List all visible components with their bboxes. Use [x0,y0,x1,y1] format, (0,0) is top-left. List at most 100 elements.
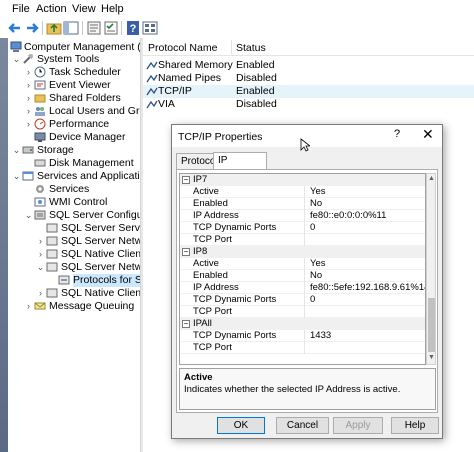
value-divider [304,342,305,354]
console-tree[interactable]: Computer Management (Local ⌄ System Tool… [8,38,141,452]
chevron-right-icon[interactable]: › [24,68,33,77]
protocol-icon [146,60,158,71]
chevron-right-icon[interactable]: › [24,107,33,116]
property-row[interactable]: TCP Port [180,234,425,246]
column-divider[interactable] [231,40,232,54]
property-grid[interactable]: − IP7 Active Yes Enabled No IP Address fe80:… [179,173,426,365]
chevron-down-icon[interactable]: ⌄ [12,172,21,181]
chevron-right-icon[interactable]: › [36,250,45,259]
property-row[interactable]: IP Address fe80::5efe:192.168.9.61%14 [180,282,425,294]
value-divider [304,234,305,246]
property-row[interactable]: Active Yes [180,186,425,198]
left-window-edge [0,38,8,452]
category-ipall[interactable]: − IPAll [180,318,425,330]
property-row[interactable]: TCP Port [180,306,425,318]
svg-text:?: ? [130,23,137,35]
property-row[interactable]: Active Yes [180,258,425,270]
chevron-right-icon[interactable]: › [24,81,33,90]
protocol-icon [146,99,158,110]
mouse-cursor-icon [300,138,312,152]
menu-view[interactable]: View [72,3,96,15]
property-row[interactable]: TCP Dynamic Ports 1433 [180,330,425,342]
property-row[interactable]: TCP Port [180,342,425,354]
apply-button[interactable]: Apply [333,417,383,434]
help-button[interactable]: ? [394,128,400,140]
description-title: Active [184,372,213,383]
computer-icon [10,41,22,53]
protocol-row[interactable]: Named Pipes Disabled [143,72,474,85]
menu-bar: File Action View Help [0,0,474,18]
gear-icon [34,183,46,195]
protocol-row[interactable]: TCP/IP Enabled [143,85,474,98]
sql-network-icon [46,235,58,247]
property-row[interactable]: IP Address fe80::e0:0:0:0%11 [180,210,425,222]
protocol-icon [146,73,158,84]
chevron-right-icon[interactable]: › [24,302,33,311]
tab-protocol[interactable]: Protocol [176,153,218,170]
value-divider [304,198,305,210]
sql-network-icon [46,261,58,273]
protocols-icon [58,274,70,286]
chevron-right-icon[interactable]: › [24,120,33,129]
scroll-thumb[interactable] [428,298,435,352]
users-icon [34,105,46,117]
toolbar: ? [0,18,474,38]
tab-ip-addresses[interactable]: IP Addresses [213,152,267,182]
protocol-row[interactable]: Shared Memory Enabled [143,59,474,72]
help-icon[interactable]: ? [125,20,141,36]
column-header-status[interactable]: Status [236,42,266,54]
toolbar-separator [121,21,122,35]
chevron-down-icon[interactable]: ⌄ [12,146,21,155]
property-row[interactable]: Enabled No [180,198,425,210]
ok-button[interactable]: OK [217,417,265,434]
chevron-down-icon[interactable]: ⌄ [36,263,45,272]
sql-services-icon [46,222,58,234]
value-divider [304,186,305,198]
description-pane: Active Indicates whether the selected IP… [179,368,436,410]
message-queuing-icon [34,300,46,312]
category-ip8[interactable]: − IP8 [180,246,425,258]
scroll-down-icon[interactable]: ▼ [428,354,435,361]
chevron-down-icon[interactable]: ⌄ [12,55,21,64]
chevron-right-icon[interactable]: › [24,94,33,103]
value-divider [304,258,305,270]
chevron-right-icon[interactable]: › [36,289,45,298]
menu-action[interactable]: Action [36,3,67,15]
list-header: Protocol Name Status [143,38,474,56]
sql-native-client-icon [46,287,58,299]
export-list-icon[interactable] [86,20,102,36]
chevron-down-icon[interactable]: ⌄ [24,211,33,220]
scroll-up-icon[interactable]: ▲ [428,175,435,182]
close-button[interactable]: ✕ [422,126,434,143]
ip-addresses-panel: − IP7 Active Yes Enabled No IP Address fe80:… [176,169,438,413]
cancel-button[interactable]: Cancel [276,417,329,434]
menu-file[interactable]: File [12,3,30,15]
property-grid-scrollbar[interactable]: ▲ ▼ [426,173,436,365]
property-row[interactable]: TCP Dynamic Ports 0 [180,222,425,234]
device-manager-icon [34,131,46,143]
column-header-protocol-name[interactable]: Protocol Name [148,42,217,54]
view-icon[interactable] [142,20,158,36]
properties-icon[interactable] [103,20,119,36]
property-row[interactable]: Enabled No [180,270,425,282]
menu-help[interactable]: Help [101,3,124,15]
back-arrow-icon[interactable] [7,20,23,36]
help-dialog-button[interactable]: Help [391,417,439,434]
chevron-right-icon[interactable]: › [36,237,45,246]
forward-arrow-icon[interactable] [24,20,40,36]
protocol-row[interactable]: VIA Disabled [143,98,474,111]
collapse-icon[interactable]: − [182,320,190,328]
value-divider [304,330,305,342]
description-text: Indicates whether the selected IP Addres… [184,384,401,395]
category-ip7[interactable]: − IP7 [180,174,425,186]
show-hide-tree-icon[interactable] [63,20,79,36]
collapse-icon[interactable]: − [182,248,190,256]
dialog-title: TCP/IP Properties [178,131,263,143]
collapse-icon[interactable]: − [182,176,190,184]
up-folder-icon[interactable] [46,20,62,36]
toolbar-separator [82,21,83,35]
property-row[interactable]: TCP Dynamic Ports 0 [180,294,425,306]
sql-config-icon [34,209,46,221]
event-viewer-icon [34,79,46,91]
disk-icon [34,157,46,169]
